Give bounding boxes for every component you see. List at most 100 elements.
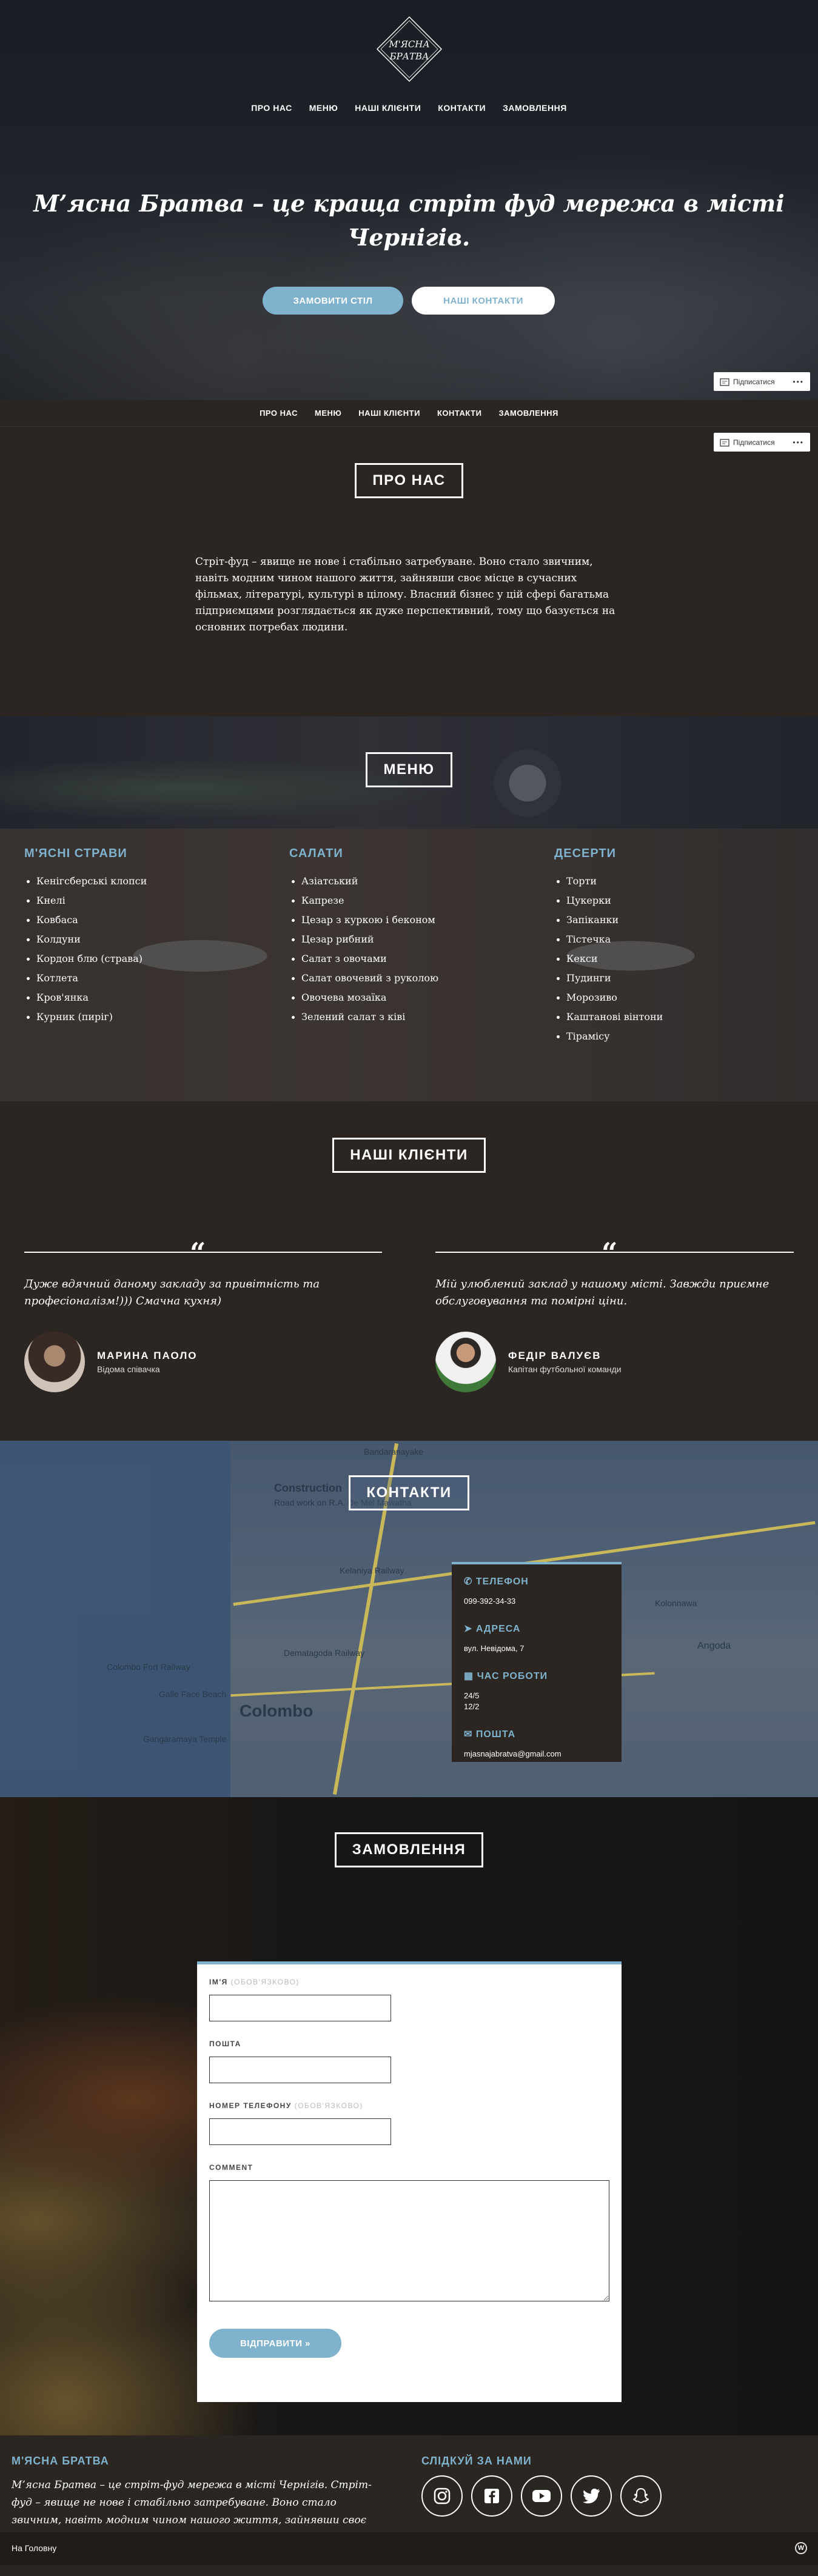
clients-title: НАШІ КЛІЄНТИ [332,1138,486,1173]
about-title-wrap: ПРО НАС [0,427,818,498]
map-label: Galle Face Beach [159,1689,227,1699]
hero-title: М’ясна Братва – це краща стріт фуд мереж… [33,190,785,251]
map-label: Dematagoda Railway [284,1648,365,1658]
menu-item: Курник (пиріг) [24,1007,147,1027]
required-hint: (ОБОВ'ЯЗКОВО) [294,2101,363,2110]
menu-item: Каштанові вінтони [554,1007,663,1027]
footer-brand-heading: М'ЯСНА БРАТВА [12,2455,109,2467]
quote-icon: “ [190,1236,206,1269]
menu-item: Тірамісу [554,1027,663,1046]
testimonial-text: Мій улюблений заклад у нашому місті. Зав… [435,1278,769,1307]
more-options-icon[interactable]: ••• [793,438,804,447]
menu-list: М'ЯСНІ СТРАВИ Кенігсберські клопси Кнелі… [0,829,818,1101]
comment-textarea[interactable] [209,2180,609,2301]
brand-logo[interactable]: М'ЯСНА БРАТВА [376,16,443,82]
follow-label: Підписатися [733,377,775,386]
footer: М'ЯСНА БРАТВА М’ясна Братва – це стріт-ф… [0,2435,818,2544]
follow-icon [720,438,729,447]
instagram-icon[interactable] [421,2475,463,2517]
order-title: ЗАМОВЛЕННЯ [334,1832,484,1867]
subnav-item-order[interactable]: ЗАМОВЛЕННЯ [498,409,558,418]
phone-label-text: НОМЕР ТЕЛЕФОНУ [209,2101,292,2110]
snapchat-icon[interactable] [620,2475,662,2517]
youtube-icon[interactable] [521,2475,562,2517]
menu-item: Кров'янка [24,988,147,1007]
social-links [421,2475,662,2517]
menu-heading-desserts: ДЕСЕРТИ [554,847,617,860]
client-avatar [435,1332,496,1392]
calendar-icon: ▦ [464,1671,477,1681]
menu-item: Капрезе [289,891,438,910]
mail-heading: ПОШТА [475,1729,516,1740]
phone-icon: ✆ [464,1577,476,1587]
phone-input[interactable] [209,2118,391,2145]
contact-card: ✆ ТЕЛЕФОН 099-392-34-33 ➤ АДРЕСА вул. Не… [452,1562,622,1762]
order-title-wrap: ЗАМОВЛЕННЯ [0,1832,818,1867]
hero-section: М'ЯСНА БРАТВА ПРО НАС МЕНЮ НАШІ КЛІЄНТИ … [0,0,818,400]
order-table-button[interactable]: ЗАМОВИТИ СТІЛ [263,287,403,315]
phone-value[interactable]: 099-392-34-33 [464,1596,609,1607]
menu-item: Колдуни [24,930,147,949]
contacts-section: Construction Road work on R.A. De Mel Ma… [0,1441,818,1797]
menu-heading-salads: САЛАТИ [289,847,343,860]
menu-item: Овочева мозаїка [289,988,438,1007]
client-role: Відома співачка [97,1364,160,1374]
client-name: МАРИНА ПАОЛО [97,1350,198,1361]
menu-column-salads: САЛАТИ Азіатський Капрезе Цезар з куркою… [289,847,438,1027]
follow-icon [720,378,729,386]
contact-address: ➤ АДРЕСА вул. Невідома, 7 [464,1623,609,1654]
menu-item: Цезар рибний [289,930,438,949]
nav-item-clients[interactable]: НАШІ КЛІЄНТИ [355,103,421,113]
submit-button[interactable]: ВІДПРАВИТИ » [209,2329,341,2358]
location-icon: ➤ [464,1624,476,1634]
quote-icon: “ [602,1236,618,1269]
nav-item-order[interactable]: ЗАМОВЛЕННЯ [503,103,567,113]
sticky-nav: ПРО НАС МЕНЮ НАШІ КЛІЄНТИ КОНТАКТИ ЗАМОВ… [0,400,818,427]
nav-item-menu[interactable]: МЕНЮ [309,103,338,113]
nav-item-about[interactable]: ПРО НАС [251,103,292,113]
main-nav: ПРО НАС МЕНЮ НАШІ КЛІЄНТИ КОНТАКТИ ЗАМОВ… [0,103,818,113]
more-options-icon[interactable]: ••• [793,378,804,386]
hours-value-1: 24/5 [464,1691,480,1700]
subnav-item-menu[interactable]: МЕНЮ [315,409,341,418]
menu-item: Цезар з куркою і беконом [289,910,438,930]
address-heading: АДРЕСА [475,1624,521,1634]
contacts-title-wrap: КОНТАКТИ [0,1475,818,1510]
menu-item: Цукерки [554,891,663,910]
menu-item: Тістечка [554,930,663,949]
clients-section: НАШІ КЛІЄНТИ “ Дуже вдячний даному закла… [0,1101,818,1441]
menu-item: Зелений салат з ківі [289,1007,438,1027]
menu-section: МЕНЮ М'ЯСНІ СТРАВИ Кенігсберські клопси … [0,716,818,1101]
subnav-item-about[interactable]: ПРО НАС [260,409,298,418]
wordpress-icon[interactable]: W [795,2542,807,2554]
name-label-text: ІМ'Я [209,1978,228,1986]
follow-button-sticky[interactable]: Підписатися ••• [714,433,810,452]
about-section: Підписатися ••• ПРО НАС Стріт-фуд – явищ… [0,427,818,716]
menu-item: Ковбаса [24,910,147,930]
menu-item: Кордон блю (страва) [24,949,147,969]
required-hint: (ОБОВ'ЯЗКОВО) [230,1978,300,1986]
map-label: Colombo Fort Railway [107,1662,190,1672]
email-input[interactable] [209,2057,391,2083]
logo-line-1: М'ЯСНА [388,39,430,50]
menu-item: Азіатський [289,872,438,891]
subnav-item-clients[interactable]: НАШІ КЛІЄНТИ [358,409,420,418]
mail-value[interactable]: mjasnajabratva@gmail.com [464,1749,609,1760]
home-link[interactable]: На Головну [12,2543,56,2553]
our-contacts-button[interactable]: НАШІ КОНТАКТИ [412,287,555,315]
map-label: Angoda [697,1641,731,1651]
map-label: Kelaniya Railway [340,1566,404,1575]
follow-button[interactable]: Підписатися ••• [714,372,810,391]
menu-item: Морозиво [554,988,663,1007]
contact-hours: ▦ ЧАС РОБОТИ 24/5 12/2 [464,1670,609,1712]
nav-item-contacts[interactable]: КОНТАКТИ [438,103,486,113]
subnav-item-contacts[interactable]: КОНТАКТИ [437,409,482,418]
facebook-icon[interactable] [471,2475,512,2517]
phone-heading: ТЕЛЕФОН [475,1577,529,1587]
menu-item: Запіканки [554,910,663,930]
phone-label: НОМЕР ТЕЛЕФОНУ (ОБОВ'ЯЗКОВО) [209,2101,609,2110]
map-label: Bandaranayake [364,1447,424,1457]
menu-item: Торти [554,872,663,891]
name-input[interactable] [209,1995,391,2021]
twitter-icon[interactable] [571,2475,612,2517]
